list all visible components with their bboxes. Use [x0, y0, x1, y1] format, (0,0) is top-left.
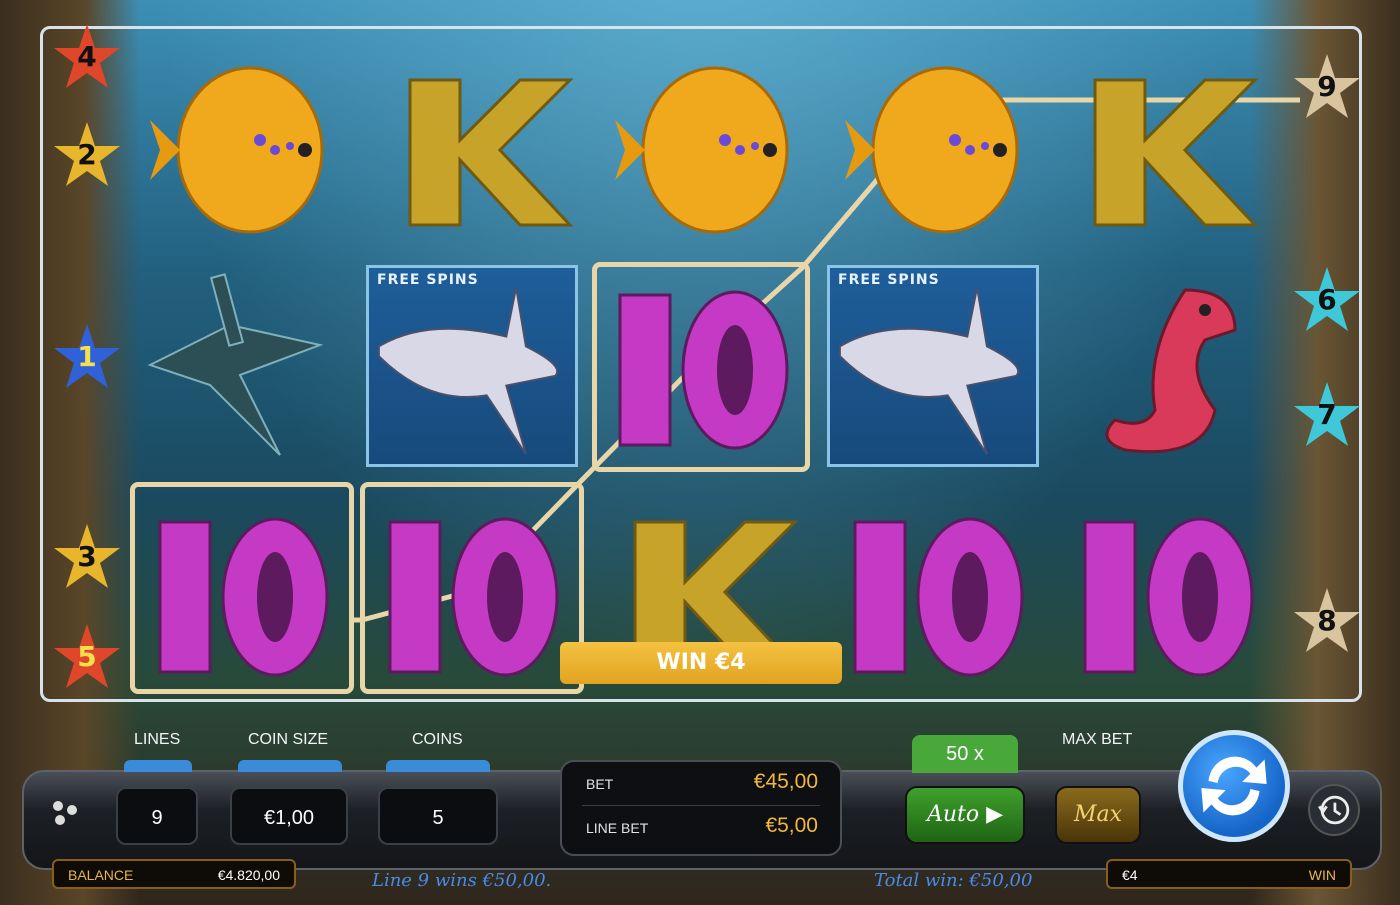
balance-label: BALANCE [68, 867, 134, 883]
dolphin-icon [838, 287, 1020, 455]
bet-row: BET €45,00 [586, 766, 818, 806]
history-button[interactable] [1308, 784, 1360, 836]
auto-button[interactable]: Auto ▶ [905, 786, 1025, 844]
coins-value[interactable]: 5 [378, 787, 498, 845]
bet-label: BET [586, 776, 614, 792]
payline-star-7[interactable]: 7 [1292, 380, 1362, 450]
symbol-hammerhead-shark [130, 265, 340, 465]
symbol-fish [140, 50, 350, 250]
line-bet-label: LINE BET [586, 820, 649, 836]
dolphin-icon [377, 287, 559, 455]
auto-spins-count[interactable]: 50 x [912, 735, 1018, 773]
payline-star-2[interactable]: 2 [52, 120, 122, 190]
payline-number: 3 [77, 540, 97, 573]
payline-star-9[interactable]: 9 [1292, 52, 1362, 122]
divider [582, 805, 820, 806]
coin-size-tab[interactable] [238, 760, 342, 772]
symbol-ten [140, 492, 350, 692]
total-win-message: Total win: €50,00 [874, 870, 1033, 891]
line-bet-value: €5,00 [765, 814, 818, 837]
free-spins-label: FREE SPINS [838, 272, 940, 288]
balance-bar: BALANCE €4.820,00 [52, 859, 296, 889]
coin-size-label: COIN SIZE [248, 731, 329, 748]
payline-number: 4 [77, 40, 97, 73]
max-bet-label: MAX BET [1062, 731, 1133, 748]
lines-value[interactable]: 9 [116, 787, 198, 845]
symbol-fish [605, 50, 815, 250]
symbol-k [380, 50, 590, 250]
bet-display: BET €45,00 LINE BET €5,00 [560, 760, 842, 856]
payline-star-8[interactable]: 8 [1292, 586, 1362, 656]
line-win-message: Line 9 wins €50,00. [372, 870, 552, 891]
symbol-ten [1065, 492, 1275, 692]
payline-number: 1 [77, 340, 97, 373]
bet-value: €45,00 [753, 770, 818, 793]
free-spins-symbol: FREE SPINS [366, 265, 578, 467]
payline-star-4[interactable]: 4 [52, 22, 122, 92]
symbol-ten [600, 265, 810, 465]
payline-star-3[interactable]: 3 [52, 522, 122, 592]
payline-number: 5 [77, 640, 97, 673]
free-spins-label: FREE SPINS [377, 272, 479, 288]
max-bet-button[interactable]: Max [1055, 786, 1141, 844]
coins-tab[interactable] [386, 760, 490, 772]
menu-icon[interactable] [48, 796, 82, 830]
symbol-ten [835, 492, 1045, 692]
symbol-seahorse [1065, 270, 1275, 470]
history-icon [1318, 795, 1350, 825]
spin-arrows-icon [1201, 756, 1267, 816]
win-label: WIN [1308, 867, 1336, 883]
payline-number: 7 [1317, 398, 1337, 431]
payline-star-1[interactable]: 1 [52, 322, 122, 392]
win-banner: WIN €4 [560, 642, 842, 684]
balance-value: €4.820,00 [217, 867, 280, 883]
free-spins-symbol: FREE SPINS [827, 265, 1039, 467]
payline-number: 9 [1317, 70, 1337, 103]
line-bet-row: LINE BET €5,00 [586, 810, 818, 850]
lines-tab[interactable] [124, 760, 192, 772]
symbol-k [1065, 50, 1275, 250]
symbol-fish [835, 50, 1045, 250]
payline-star-5[interactable]: 5 [52, 622, 122, 692]
coins-label: COINS [412, 731, 463, 748]
lines-label: LINES [134, 731, 181, 748]
coin-size-value[interactable]: €1,00 [230, 787, 348, 845]
win-bar: €4 WIN [1106, 859, 1352, 889]
payline-number: 6 [1317, 283, 1337, 316]
spin-button[interactable] [1178, 730, 1290, 842]
payline-number: 8 [1317, 604, 1337, 637]
win-value: €4 [1122, 867, 1138, 883]
payline-number: 2 [77, 138, 97, 171]
payline-star-6[interactable]: 6 [1292, 265, 1362, 335]
symbol-ten [370, 492, 580, 692]
